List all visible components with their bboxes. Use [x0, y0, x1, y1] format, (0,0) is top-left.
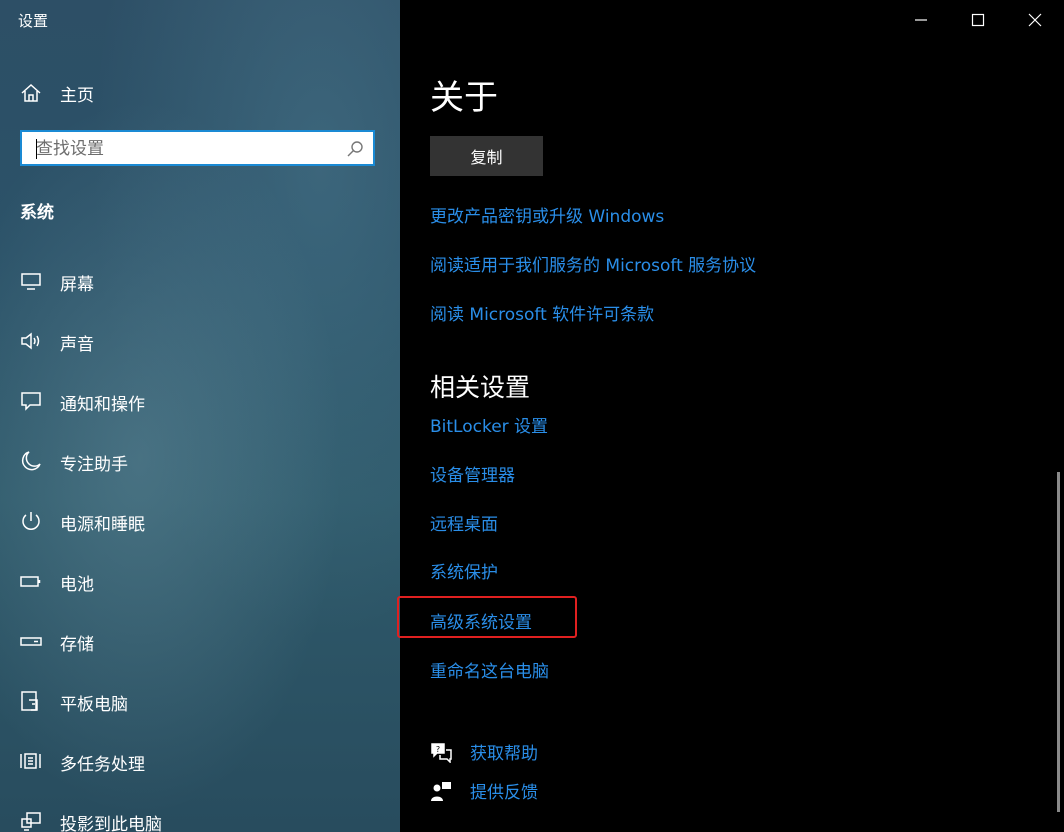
text-caret [36, 139, 37, 159]
feedback-row[interactable]: 提供反馈 [430, 778, 730, 806]
sidebar-item-battery[interactable]: 电池 [0, 558, 400, 604]
tablet-icon [20, 690, 42, 712]
sidebar-item-sound[interactable]: 声音 [0, 318, 400, 364]
power-icon [20, 510, 42, 532]
sidebar: 设置 主页 系统 屏幕 声音 通知和操作 专注助手 [0, 0, 400, 832]
feedback-link[interactable]: 提供反馈 [470, 778, 538, 803]
svg-text:?: ? [436, 745, 440, 754]
highlight-box [397, 596, 577, 638]
app-title: 设置 [18, 12, 49, 30]
link-license-terms[interactable]: 阅读 Microsoft 软件许可条款 [430, 300, 654, 325]
close-button[interactable] [1012, 0, 1058, 40]
sidebar-item-power-sleep[interactable]: 电源和睡眠 [0, 498, 400, 544]
link-system-protection[interactable]: 系统保护 [430, 558, 498, 583]
sidebar-item-label: 存储 [60, 635, 94, 655]
minimize-button[interactable] [898, 0, 944, 40]
sidebar-item-label: 专注助手 [60, 455, 128, 475]
battery-icon [20, 570, 42, 592]
sidebar-item-label: 电池 [60, 575, 94, 595]
search-input[interactable] [22, 132, 348, 166]
link-bitlocker-settings[interactable]: BitLocker 设置 [430, 412, 548, 437]
sidebar-item-focus-assist[interactable]: 专注助手 [0, 438, 400, 484]
sidebar-item-home[interactable]: 主页 [0, 72, 400, 112]
project-icon [20, 810, 42, 832]
maximize-button[interactable] [955, 0, 1001, 40]
related-settings-title: 相关设置 [430, 373, 531, 402]
minimize-icon [915, 19, 927, 21]
sidebar-item-notifications[interactable]: 通知和操作 [0, 378, 400, 424]
link-remote-desktop[interactable]: 远程桌面 [430, 510, 498, 535]
maximize-icon [971, 13, 985, 27]
home-icon [20, 82, 42, 104]
section-title: 系统 [20, 203, 54, 223]
notification-icon [20, 390, 42, 412]
search-box[interactable] [20, 130, 375, 166]
sidebar-item-project[interactable]: 投影到此电脑 [0, 798, 400, 832]
multitasking-icon [20, 750, 42, 772]
sidebar-item-label: 屏幕 [60, 275, 94, 295]
moon-icon [20, 450, 42, 472]
help-chat-icon: ? [430, 741, 452, 764]
display-icon [20, 270, 42, 292]
sidebar-item-label: 多任务处理 [60, 755, 145, 775]
link-services-agreement[interactable]: 阅读适用于我们服务的 Microsoft 服务协议 [430, 251, 756, 276]
feedback-icon [430, 780, 452, 802]
speaker-icon [20, 330, 42, 352]
storage-icon [20, 630, 42, 652]
link-change-product-key[interactable]: 更改产品密钥或升级 Windows [430, 202, 664, 227]
sidebar-item-label: 通知和操作 [60, 395, 145, 415]
sidebar-item-display[interactable]: 屏幕 [0, 258, 400, 304]
link-rename-pc[interactable]: 重命名这台电脑 [430, 657, 549, 682]
sidebar-item-label: 电源和睡眠 [60, 515, 145, 535]
sidebar-item-storage[interactable]: 存储 [0, 618, 400, 664]
close-icon [1028, 13, 1042, 27]
page-title: 关于 [430, 78, 498, 118]
sidebar-item-multitasking[interactable]: 多任务处理 [0, 738, 400, 784]
copy-button[interactable]: 复制 [430, 136, 543, 176]
main-content: 关于 复制 更改产品密钥或升级 Windows 阅读适用于我们服务的 Micro… [397, 0, 1064, 832]
sidebar-item-label: 主页 [60, 86, 94, 106]
sidebar-item-label: 声音 [60, 335, 94, 355]
sidebar-item-label: 投影到此电脑 [60, 815, 162, 832]
link-device-manager[interactable]: 设备管理器 [430, 461, 515, 486]
sidebar-item-tablet[interactable]: 平板电脑 [0, 678, 400, 724]
sidebar-item-label: 平板电脑 [60, 695, 128, 715]
scrollbar[interactable] [1057, 472, 1060, 812]
get-help-link[interactable]: 获取帮助 [470, 739, 538, 764]
search-icon[interactable] [345, 139, 365, 159]
get-help-row[interactable]: ? 获取帮助 [430, 739, 730, 767]
